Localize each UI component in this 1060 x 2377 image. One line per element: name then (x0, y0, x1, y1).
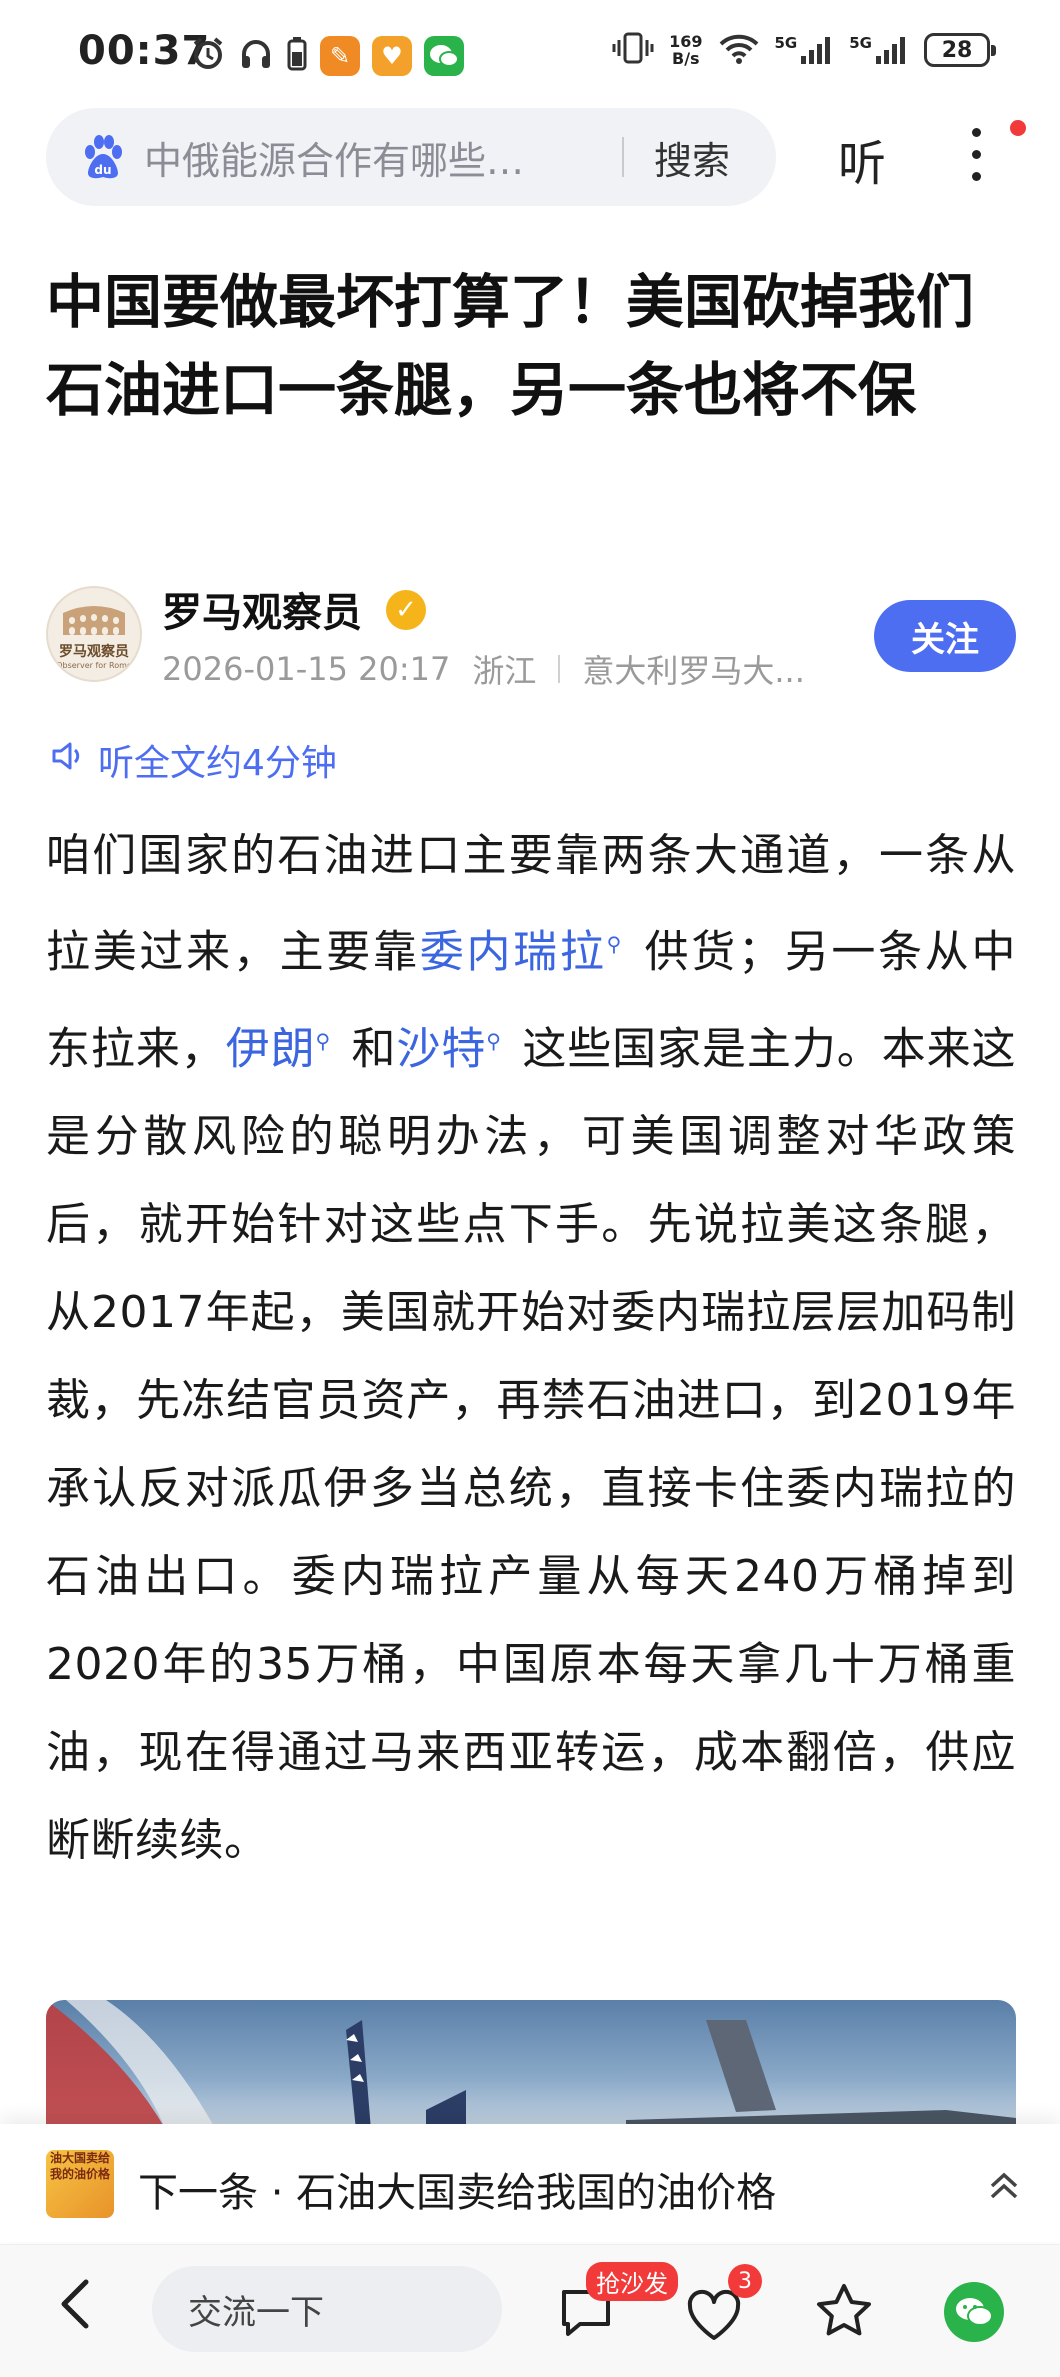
author-avatar[interactable]: 罗马观察员 Observer for Rome (46, 586, 142, 682)
author-signature: 意大利罗马大... (582, 652, 805, 690)
chevron-up-icon[interactable] (984, 2166, 1024, 2210)
avatar-sublabel: Observer for Rome (56, 660, 132, 670)
search-link-icon: ⚲ (486, 1028, 502, 1053)
notification-dot (1010, 120, 1026, 136)
sofa-badge: 抢沙发 (586, 2262, 678, 2301)
article-body: 咱们国家的石油进口主要靠两条大通道，一条从拉美过来，主要靠委内瑞拉⚲ 供货；另一… (46, 812, 1016, 1885)
body-text: 和 (336, 1023, 397, 1075)
search-divider (622, 137, 624, 177)
search-button[interactable]: 搜索 (654, 130, 730, 185)
meta-divider (558, 655, 561, 683)
headphones-icon (238, 36, 274, 76)
next-article-thumbnail[interactable]: 油大国卖给我的油价格 (46, 2150, 114, 2218)
signal-2: 5G (849, 34, 910, 66)
wechat-notification-icon (424, 36, 464, 76)
link-saudi[interactable]: 沙特 (396, 1023, 486, 1074)
article-meta: 2026-01-15 20:17 浙江 意大利罗马大... (162, 646, 805, 692)
search-bar[interactable]: du 中俄能源合作有哪些… 搜索 (46, 108, 776, 206)
star-icon[interactable] (814, 2282, 874, 2344)
follow-button[interactable]: 关注 (874, 600, 1016, 672)
battery-saver-icon (286, 36, 308, 76)
article-image[interactable] (46, 2000, 1016, 2130)
back-arrow-icon[interactable] (54, 2276, 98, 2336)
status-icons-left: ✎ ♥ (190, 32, 464, 80)
baidu-logo-icon: du (76, 130, 130, 184)
svg-text:du: du (94, 163, 111, 177)
article-title: 中国要做最坏打算了！美国砍掉我们石油进口一条腿，另一条也将不保 (46, 268, 975, 424)
listen-full-label: 听全文约4分钟 (98, 743, 337, 784)
body-text: 这些国家是主力。本来这是分散风险的聪明办法，可美国调整对华政策后，就开始针对这些… (46, 1023, 1016, 1867)
listen-button[interactable]: 听 (838, 124, 886, 194)
speaker-icon (50, 739, 84, 782)
like-count-badge: 3 (728, 2264, 762, 2298)
link-iran[interactable]: 伊朗 (226, 1023, 316, 1074)
search-link-icon: ⚲ (606, 932, 622, 956)
avatar-label: 罗马观察员 (59, 643, 129, 660)
comment-input[interactable]: 交流一下 (152, 2266, 502, 2352)
app-notification-icon: ✎ (320, 36, 360, 76)
vibrate-icon (611, 30, 655, 70)
verified-badge-icon: ✓ (386, 590, 426, 630)
wifi-icon (717, 30, 761, 70)
heart-icon[interactable] (684, 2288, 744, 2346)
next-prefix: 下一条 · (138, 2170, 297, 2216)
status-icons-right: 169 B/s 5G 5G 28 (611, 30, 996, 70)
network-speed: 169 B/s (669, 32, 703, 68)
next-article-title[interactable]: 下一条 · 石油大国卖给我国的油价格 (138, 2160, 776, 2218)
listen-full-article-button[interactable]: 听全文约4分钟 (50, 734, 337, 786)
more-menu-icon[interactable] (972, 128, 982, 194)
heart-app-icon: ♥ (372, 36, 412, 76)
thumb-text: 油大国卖给我的油价格 (49, 2151, 110, 2181)
next-title-text: 石油大国卖给我国的油价格 (296, 2170, 777, 2216)
wechat-share-icon[interactable] (944, 2282, 1004, 2342)
signal-1: 5G (775, 34, 836, 66)
author-location: 浙江 (472, 652, 537, 690)
search-link-icon: ⚲ (315, 1028, 331, 1053)
alarm-icon (190, 36, 226, 76)
link-venezuela[interactable]: 委内瑞拉 (420, 927, 607, 978)
author-name[interactable]: 罗马观察员 (162, 580, 362, 638)
publish-date: 2026-01-15 20:17 (162, 650, 451, 688)
colosseum-logo-icon (63, 605, 125, 635)
search-query[interactable]: 中俄能源合作有哪些… (144, 130, 594, 185)
battery-indicator: 28 (924, 33, 996, 67)
